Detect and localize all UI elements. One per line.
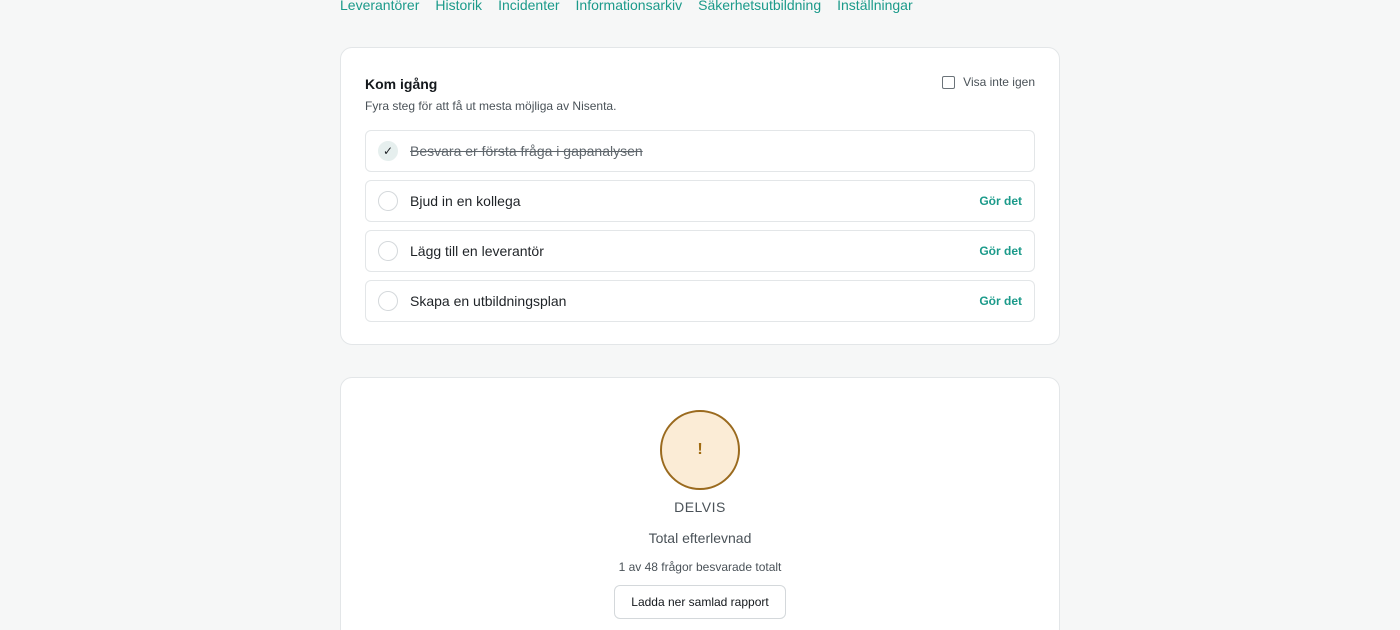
nav-link-informationsarkiv[interactable]: Informationsarkiv xyxy=(576,0,683,13)
nav-link-installningar[interactable]: Inställningar xyxy=(837,0,913,13)
dismiss-toggle[interactable]: Visa inte igen xyxy=(942,75,1035,89)
getting-started-title: Kom igång xyxy=(365,76,438,92)
getting-started-card: Kom igång Fyra steg för att få ut mesta … xyxy=(340,47,1060,345)
step-label: Lägg till en leverantör xyxy=(410,243,544,259)
step-label: Besvara er första fråga i gapanalysen xyxy=(410,143,643,159)
do-it-button[interactable]: Gör det xyxy=(979,194,1022,208)
getting-started-header: Kom igång Fyra steg för att få ut mesta … xyxy=(365,74,1035,130)
empty-circle-icon xyxy=(378,291,398,311)
nav-link-incidenter[interactable]: Incidenter xyxy=(498,0,559,13)
nav-link-sakerhetsutbildning[interactable]: Säkerhetsutbildning xyxy=(698,0,821,13)
do-it-button[interactable]: Gör det xyxy=(979,294,1022,308)
compliance-summary: ! DELVIS Total efterlevnad 1 av 48 frågo… xyxy=(341,378,1059,619)
getting-started-subtitle: Fyra steg för att få ut mesta möjliga av… xyxy=(365,99,617,113)
step-invite-colleague: Bjud in en kollega Gör det xyxy=(365,180,1035,222)
getting-started-steps: ✓ Besvara er första fråga i gapanalysen … xyxy=(365,130,1035,322)
check-icon: ✓ xyxy=(378,141,398,161)
empty-circle-icon xyxy=(378,241,398,261)
step-add-supplier: Lägg till en leverantör Gör det xyxy=(365,230,1035,272)
compliance-caption: Total efterlevnad xyxy=(648,530,752,546)
dismiss-label: Visa inte igen xyxy=(963,75,1035,89)
download-report-button[interactable]: Ladda ner samlad rapport xyxy=(614,585,786,619)
compliance-card: ! DELVIS Total efterlevnad 1 av 48 frågo… xyxy=(340,377,1060,630)
nav-link-leverantorer[interactable]: Leverantörer xyxy=(340,0,419,13)
top-navigation: Leverantörer Historik Incidenter Informa… xyxy=(340,0,913,13)
status-badge: DELVIS xyxy=(674,499,726,515)
step-training-plan: Skapa en utbildningsplan Gör det xyxy=(365,280,1035,322)
empty-circle-icon xyxy=(378,191,398,211)
do-it-button[interactable]: Gör det xyxy=(979,244,1022,258)
exclamation-icon: ! xyxy=(660,410,740,490)
step-first-question: ✓ Besvara er första fråga i gapanalysen xyxy=(365,130,1035,172)
answered-count: 1 av 48 frågor besvarade totalt xyxy=(618,560,782,574)
step-label: Bjud in en kollega xyxy=(410,193,521,209)
nav-link-historik[interactable]: Historik xyxy=(435,0,482,13)
step-label: Skapa en utbildningsplan xyxy=(410,293,567,309)
dismiss-checkbox[interactable] xyxy=(942,75,956,89)
